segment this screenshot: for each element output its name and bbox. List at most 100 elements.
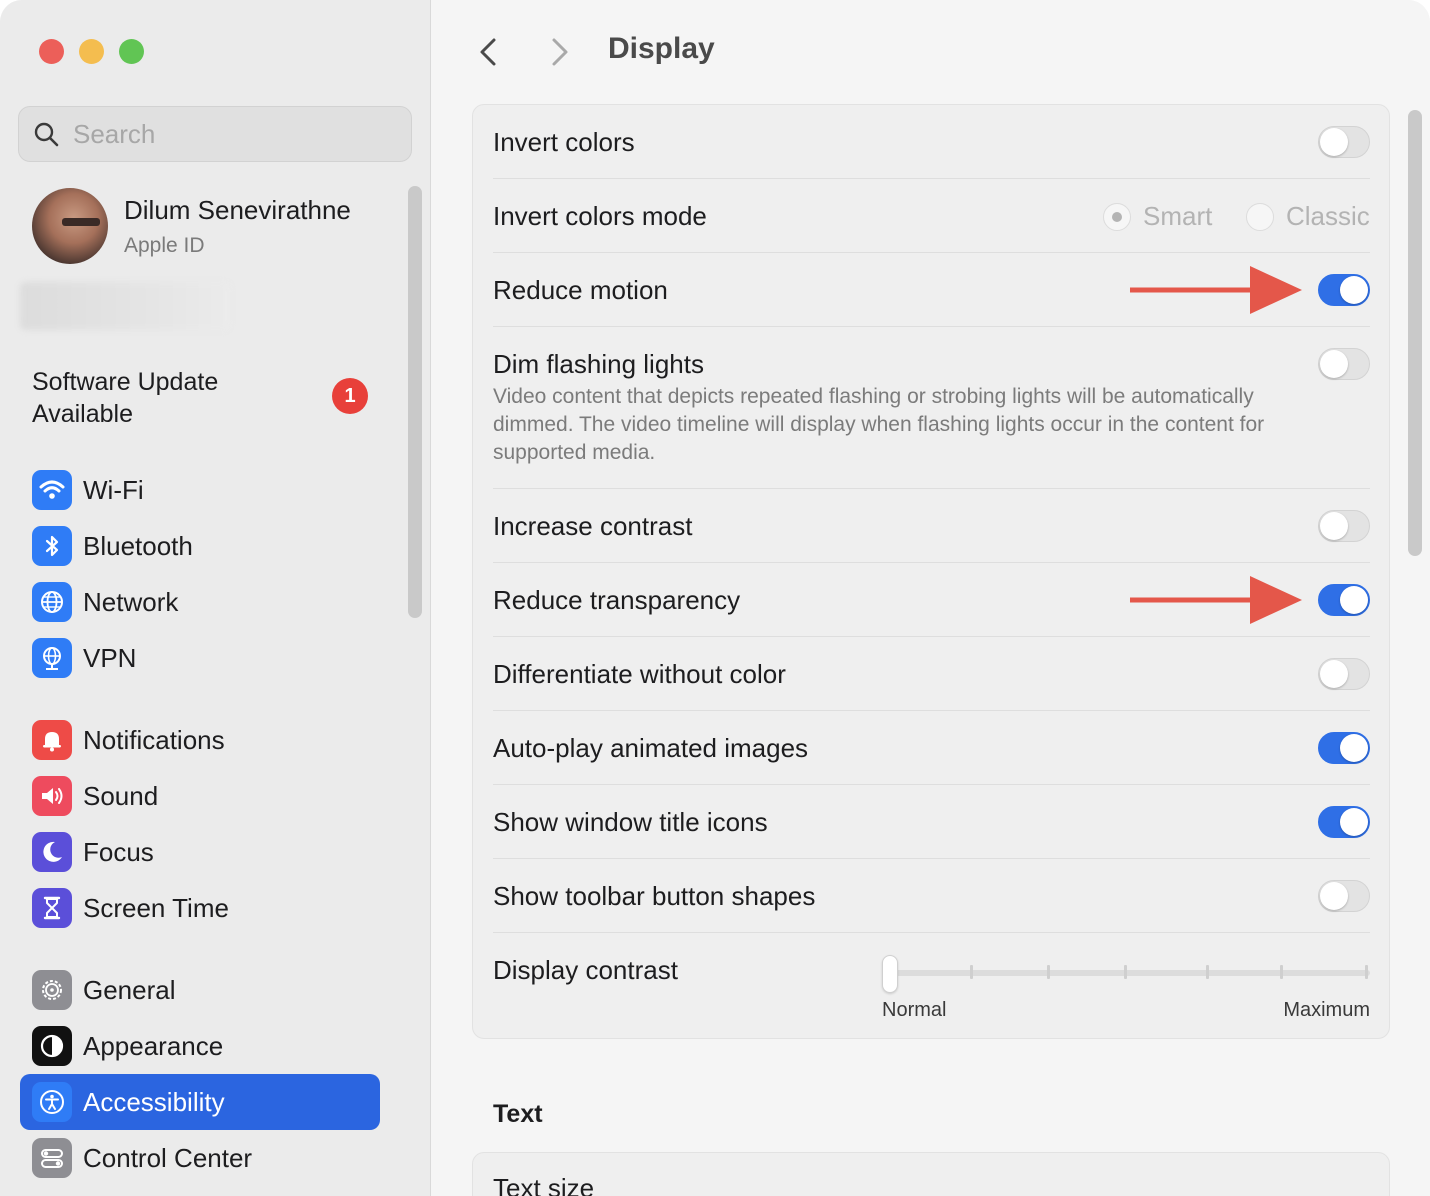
- speaker-icon: [32, 776, 72, 816]
- autoplay-animated-images-toggle[interactable]: [1318, 732, 1370, 764]
- text-section-title: Text: [493, 1100, 543, 1128]
- radio-smart-label: Smart: [1143, 201, 1213, 231]
- sidebar-scrollbar[interactable]: [408, 186, 422, 618]
- display-settings-panel: Invert colors Invert colors mode Smart C…: [472, 104, 1390, 1039]
- back-button[interactable]: [472, 32, 504, 72]
- slider-tick: [1124, 965, 1127, 979]
- annotation-arrow-icon: [1130, 576, 1302, 624]
- main-content: Display Invert colors Invert colors mode…: [432, 0, 1430, 1196]
- sidebar-item-focus[interactable]: Focus: [20, 824, 380, 880]
- sidebar-item-label: Appearance: [83, 1030, 224, 1061]
- sidebar-item-network[interactable]: Network: [20, 574, 380, 630]
- reduce-motion-row: Reduce motion: [493, 253, 1370, 327]
- show-window-title-icons-label: Show window title icons: [493, 807, 768, 837]
- radio-smart[interactable]: Smart: [1103, 201, 1212, 232]
- reduce-transparency-row: Reduce transparency: [493, 563, 1370, 637]
- invert-colors-toggle[interactable]: [1318, 126, 1370, 158]
- appearance-icon: [32, 1026, 72, 1066]
- gear-icon: [32, 970, 72, 1010]
- reduce-motion-toggle[interactable]: [1318, 274, 1370, 306]
- display-contrast-label: Display contrast: [493, 955, 678, 985]
- redacted-area: [20, 282, 230, 330]
- reduce-transparency-toggle[interactable]: [1318, 584, 1370, 616]
- sidebar-item-label: VPN: [83, 642, 137, 673]
- sidebar-item-bluetooth[interactable]: Bluetooth: [20, 518, 380, 574]
- sidebar-item-accessibility[interactable]: Accessibility: [20, 1074, 380, 1130]
- sidebar-item-notifications[interactable]: Notifications: [20, 712, 380, 768]
- sidebar-item-vpn[interactable]: VPN: [20, 630, 380, 686]
- show-toolbar-button-shapes-toggle[interactable]: [1318, 880, 1370, 912]
- sidebar-item-label: Wi-Fi: [83, 474, 144, 505]
- vpn-globe-icon: [32, 638, 72, 678]
- dim-flashing-lights-label: Dim flashing lights: [493, 349, 704, 379]
- invert-colors-mode-label: Invert colors mode: [493, 201, 707, 231]
- bluetooth-icon: [32, 526, 72, 566]
- moon-icon: [32, 832, 72, 872]
- sidebar-item-screen-time[interactable]: Screen Time: [20, 880, 380, 936]
- globe-icon: [32, 582, 72, 622]
- slider-track: [888, 970, 1370, 976]
- increase-contrast-toggle[interactable]: [1318, 510, 1370, 542]
- minimize-window-button[interactable]: [79, 39, 104, 64]
- sidebar-item-label: Screen Time: [83, 892, 229, 923]
- sidebar-item-label: Accessibility: [83, 1086, 225, 1117]
- sidebar-item-wifi[interactable]: Wi-Fi: [20, 462, 380, 518]
- sidebar-item-label: Control Center: [83, 1142, 253, 1173]
- slider-tick: [970, 965, 973, 979]
- slider-min-label: Normal: [882, 999, 947, 1021]
- close-window-button[interactable]: [39, 39, 64, 64]
- window-controls: [39, 39, 144, 64]
- invert-colors-row: Invert colors: [493, 105, 1370, 179]
- dim-flashing-lights-toggle[interactable]: [1318, 348, 1370, 380]
- sidebar-item-appearance[interactable]: Appearance: [20, 1018, 380, 1074]
- software-update-item[interactable]: Software Update Available 1: [32, 366, 372, 430]
- radio-smart-dot: [1103, 202, 1131, 231]
- slider-tick: [1206, 965, 1209, 979]
- radio-classic-dot: [1246, 202, 1274, 231]
- slider-knob[interactable]: [882, 955, 898, 993]
- hourglass-icon: [32, 888, 72, 928]
- avatar: [32, 188, 108, 264]
- sidebar-item-label: Network: [83, 586, 179, 617]
- differentiate-without-color-toggle[interactable]: [1318, 658, 1370, 690]
- control-center-icon: [32, 1138, 72, 1178]
- search-placeholder: Search: [73, 118, 156, 149]
- wifi-icon: [32, 470, 72, 510]
- text-size-label[interactable]: Text size: [493, 1173, 594, 1196]
- sidebar-item-control-center[interactable]: Control Center: [20, 1130, 380, 1186]
- display-contrast-slider[interactable]: Normal Maximum: [882, 955, 1370, 1025]
- slider-max-label: Maximum: [1283, 999, 1370, 1021]
- dim-flashing-lights-description: Video content that depicts repeated flas…: [493, 385, 1265, 464]
- invert-colors-mode-row: Invert colors mode Smart Classic: [493, 179, 1370, 253]
- reduce-transparency-label: Reduce transparency: [493, 585, 741, 615]
- sidebar-item-label: General: [83, 974, 176, 1005]
- slider-tick: [1047, 965, 1050, 979]
- search-input[interactable]: Search: [18, 106, 412, 162]
- show-toolbar-button-shapes-label: Show toolbar button shapes: [493, 881, 816, 911]
- autoplay-animated-images-label: Auto-play animated images: [493, 733, 809, 763]
- slider-tick: [1280, 965, 1283, 979]
- bell-icon: [32, 720, 72, 760]
- slider-tick: [1365, 965, 1368, 979]
- search-icon: [34, 122, 59, 147]
- show-window-title-icons-toggle[interactable]: [1318, 806, 1370, 838]
- sidebar-item-sound[interactable]: Sound: [20, 768, 380, 824]
- sidebar-item-general[interactable]: General: [20, 962, 380, 1018]
- radio-classic-label: Classic: [1286, 201, 1370, 231]
- radio-classic[interactable]: Classic: [1246, 201, 1370, 232]
- zoom-window-button[interactable]: [119, 39, 144, 64]
- show-toolbar-button-shapes-row: Show toolbar button shapes: [493, 859, 1370, 933]
- sidebar-item-label: Sound: [83, 780, 159, 811]
- settings-window: Search Dilum Senevirathne Apple ID Softw…: [0, 0, 1430, 1196]
- sidebar-item-label: Bluetooth: [83, 530, 193, 561]
- apple-id-profile[interactable]: Dilum Senevirathne Apple ID: [32, 188, 351, 264]
- main-scrollbar[interactable]: [1408, 110, 1422, 556]
- profile-name: Dilum Senevirathne: [124, 194, 351, 225]
- display-contrast-row: Display contrast Normal Maximum: [493, 933, 1370, 1039]
- reduce-motion-label: Reduce motion: [493, 275, 668, 305]
- forward-button[interactable]: [544, 32, 576, 72]
- show-window-title-icons-row: Show window title icons: [493, 785, 1370, 859]
- annotation-arrow-icon: [1130, 266, 1302, 314]
- increase-contrast-row: Increase contrast: [493, 489, 1370, 563]
- invert-colors-label: Invert colors: [493, 127, 635, 157]
